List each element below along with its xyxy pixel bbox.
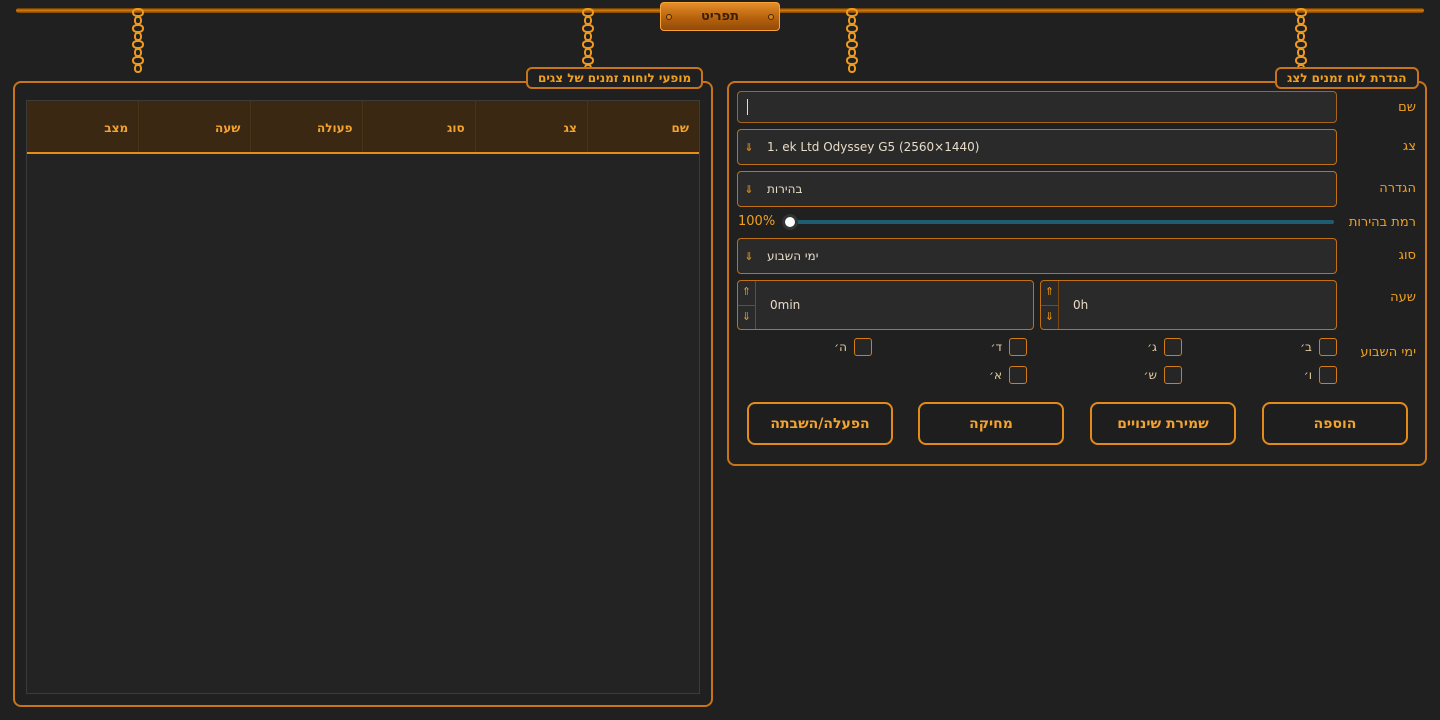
setting-value: בהירות <box>767 182 803 196</box>
menu-button[interactable]: תפריט <box>660 2 780 31</box>
display-label: צג <box>1402 139 1416 154</box>
schedule-definition-title: הגדרת לוח זמנים לצג <box>1275 67 1419 89</box>
checkbox-saturday[interactable] <box>1164 366 1182 384</box>
chain-decoration <box>131 8 145 73</box>
minutes-spinbox[interactable]: ⇑ ⇓ 0min <box>737 280 1034 330</box>
checkbox-label-friday: ו׳ <box>1303 368 1312 382</box>
schedule-instances-table[interactable]: שם צג סוג פעולה שעה מצב <box>26 100 700 694</box>
brightness-label: רמת בהירות <box>1348 215 1416 230</box>
type-select[interactable]: ⇓ ימי השבוע <box>737 238 1337 274</box>
weekdays-label: ימי השבוע <box>1360 345 1416 360</box>
arrow-down-icon: ⇓ <box>744 249 754 263</box>
arrow-up-icon[interactable]: ⇑ <box>738 281 755 306</box>
setting-select[interactable]: ⇓ בהירות <box>737 171 1337 207</box>
minutes-spin-buttons: ⇑ ⇓ <box>738 281 756 329</box>
checkbox-wednesday[interactable] <box>1009 338 1027 356</box>
column-header-action[interactable]: פעולה <box>250 101 362 152</box>
name-input[interactable] <box>737 91 1337 123</box>
arrow-down-icon[interactable]: ⇓ <box>738 306 755 330</box>
chain-decoration <box>845 8 859 73</box>
checkbox-label-monday: ב׳ <box>1300 340 1312 354</box>
arrow-up-icon[interactable]: ⇑ <box>1041 281 1058 306</box>
chain-decoration <box>1294 8 1308 73</box>
minutes-value: 0min <box>770 298 801 312</box>
table-header: שם צג סוג פעולה שעה מצב <box>27 101 699 154</box>
hours-spin-buttons: ⇑ ⇓ <box>1041 281 1059 329</box>
rivet-icon <box>666 14 672 20</box>
brightness-slider-handle[interactable] <box>782 214 798 230</box>
add-button[interactable]: הוספה <box>1262 402 1408 445</box>
hours-spinbox[interactable]: ⇑ ⇓ 0h <box>1040 280 1337 330</box>
arrow-down-icon[interactable]: ⇓ <box>1041 306 1058 330</box>
checkbox-sunday[interactable] <box>1009 366 1027 384</box>
toggle-enable-button[interactable]: הפעלה/השבתה <box>747 402 893 445</box>
type-value: ימי השבוע <box>767 249 819 263</box>
delete-button[interactable]: מחיקה <box>918 402 1064 445</box>
checkbox-label-sunday: א׳ <box>988 368 1002 382</box>
checkbox-label-thursday: ה׳ <box>834 340 847 354</box>
chain-decoration <box>581 8 595 73</box>
hours-value: 0h <box>1073 298 1089 312</box>
save-changes-button[interactable]: שמירת שינויים <box>1090 402 1236 445</box>
time-label: שעה <box>1390 290 1416 305</box>
checkbox-label-wednesday: ד׳ <box>990 340 1002 354</box>
column-header-type[interactable]: סוג <box>362 101 474 152</box>
checkbox-label-tuesday: ג׳ <box>1147 340 1157 354</box>
arrow-down-icon: ⇓ <box>744 140 754 154</box>
column-header-name[interactable]: שם <box>586 101 699 152</box>
display-select[interactable]: ⇓ 1. ek Ltd Odyssey G5 (2560×1440) <box>737 129 1337 165</box>
column-header-display[interactable]: צג <box>474 101 587 152</box>
column-header-status[interactable]: מצב <box>27 101 138 152</box>
schedule-instances-title: מופעי לוחות זמנים של צגים <box>526 67 704 89</box>
rivet-icon <box>768 14 774 20</box>
checkbox-friday[interactable] <box>1319 366 1337 384</box>
column-header-time[interactable]: שעה <box>138 101 250 152</box>
text-caret <box>747 99 748 115</box>
checkbox-monday[interactable] <box>1319 338 1337 356</box>
type-label: סוג <box>1398 248 1416 263</box>
menu-label: תפריט <box>701 9 739 24</box>
checkbox-tuesday[interactable] <box>1164 338 1182 356</box>
display-value: 1. ek Ltd Odyssey G5 (2560×1440) <box>767 140 980 154</box>
checkbox-thursday[interactable] <box>854 338 872 356</box>
name-label: שם <box>1398 100 1416 115</box>
brightness-value: 100% <box>738 214 776 229</box>
setting-label: הגדרה <box>1379 181 1416 196</box>
checkbox-label-saturday: ש׳ <box>1143 368 1158 382</box>
arrow-down-icon: ⇓ <box>744 182 754 196</box>
brightness-slider-track[interactable] <box>790 220 1334 224</box>
